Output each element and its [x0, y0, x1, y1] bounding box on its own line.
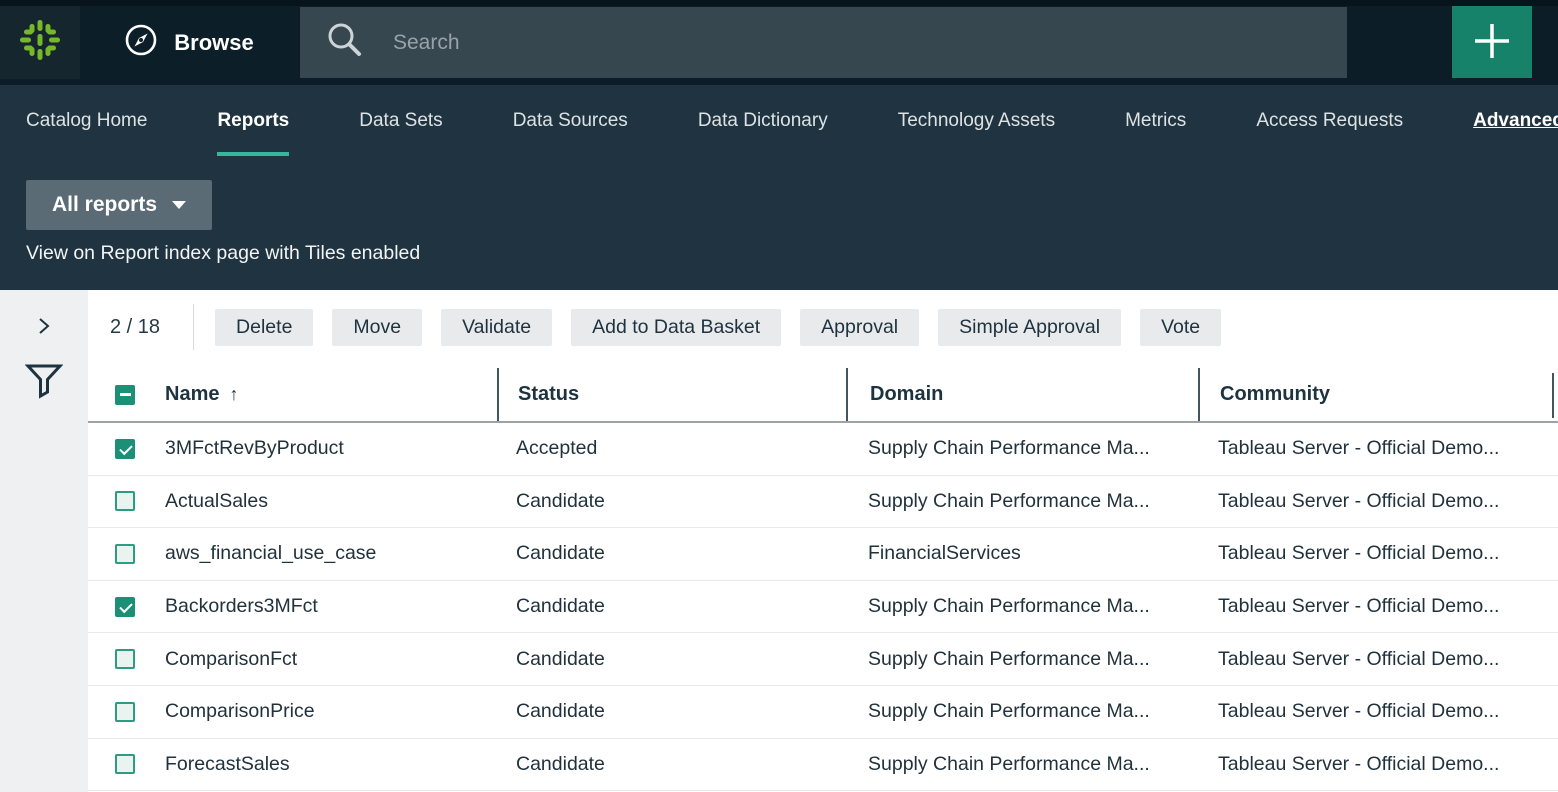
- table-row[interactable]: 3MFctRevByProduct Accepted Supply Chain …: [88, 423, 1558, 476]
- all-reports-label: All reports: [52, 193, 157, 217]
- cell-name: ForecastSales: [165, 753, 497, 776]
- tab-data-dictionary[interactable]: Data Dictionary: [698, 85, 828, 156]
- search-icon: [325, 20, 365, 65]
- report-view-header: All reports View on Report index page wi…: [0, 156, 1558, 290]
- catalog-nav: Catalog Home Reports Data Sets Data Sour…: [0, 85, 1558, 156]
- cell-domain: Supply Chain Performance Ma...: [846, 595, 1198, 618]
- tab-reports[interactable]: Reports: [217, 85, 289, 156]
- select-all-checkbox[interactable]: [115, 385, 135, 405]
- table-row[interactable]: Backorders3MFct Candidate Supply Chain P…: [88, 581, 1558, 634]
- add-to-data-basket-button[interactable]: Add to Data Basket: [571, 309, 781, 346]
- cell-domain: Supply Chain Performance Ma...: [846, 437, 1198, 460]
- tab-catalog-home[interactable]: Catalog Home: [26, 85, 147, 156]
- table-row[interactable]: ForecastSales Candidate Supply Chain Per…: [88, 739, 1558, 792]
- filter-button[interactable]: [24, 362, 64, 402]
- plus-icon: [1471, 20, 1513, 65]
- reports-table: Name ↑ Status Domain Community 3MFctRevB…: [88, 368, 1558, 791]
- cell-name: 3MFctRevByProduct: [165, 437, 497, 460]
- row-checkbox[interactable]: [115, 702, 135, 722]
- cell-community: Tableau Server - Official Demo...: [1198, 595, 1558, 618]
- cell-name: ComparisonPrice: [165, 700, 497, 723]
- cell-status: Candidate: [497, 490, 846, 513]
- row-checkbox[interactable]: [115, 544, 135, 564]
- move-button[interactable]: Move: [332, 309, 422, 346]
- column-divider: [1552, 373, 1554, 418]
- cell-domain: Supply Chain Performance Ma...: [846, 490, 1198, 513]
- tab-technology-assets[interactable]: Technology Assets: [898, 85, 1055, 156]
- cell-name: ActualSales: [165, 490, 497, 513]
- sort-ascending-icon: ↑: [229, 384, 238, 405]
- table-row[interactable]: ComparisonFct Candidate Supply Chain Per…: [88, 633, 1558, 686]
- bulk-actions-toolbar: 2 / 18 Delete Move Validate Add to Data …: [88, 302, 1221, 352]
- cell-community: Tableau Server - Official Demo...: [1198, 753, 1558, 776]
- tab-metrics[interactable]: Metrics: [1125, 85, 1186, 156]
- cell-domain: FinancialServices: [846, 542, 1198, 565]
- delete-button[interactable]: Delete: [215, 309, 313, 346]
- browse-button[interactable]: Browse: [80, 6, 298, 79]
- app-logo[interactable]: [0, 6, 80, 79]
- cell-status: Accepted: [497, 437, 846, 460]
- cell-domain: Supply Chain Performance Ma...: [846, 753, 1198, 776]
- row-checkbox[interactable]: [115, 439, 135, 459]
- column-header-status[interactable]: Status: [497, 368, 846, 421]
- catalog-app: Browse Catalog Home Reports Data Set: [0, 0, 1558, 792]
- simple-approval-button[interactable]: Simple Approval: [938, 309, 1121, 346]
- cell-status: Candidate: [497, 595, 846, 618]
- selection-count: 2 / 18: [110, 316, 160, 339]
- cell-community: Tableau Server - Official Demo...: [1198, 490, 1558, 513]
- toolbar-divider: [193, 304, 194, 350]
- filter-sidebar: [0, 290, 88, 792]
- global-search: [300, 7, 1347, 78]
- tab-advanced[interactable]: Advanced: [1473, 85, 1558, 156]
- row-checkbox[interactable]: [115, 754, 135, 774]
- approval-button[interactable]: Approval: [800, 309, 919, 346]
- cell-status: Candidate: [497, 700, 846, 723]
- header-checkbox-cell: [115, 385, 135, 405]
- chevron-down-icon: [172, 201, 186, 209]
- cell-name: Backorders3MFct: [165, 595, 497, 618]
- table-row[interactable]: aws_financial_use_case Candidate Financi…: [88, 528, 1558, 581]
- validate-button[interactable]: Validate: [441, 309, 552, 346]
- chevron-right-icon: [36, 316, 52, 339]
- column-header-domain[interactable]: Domain: [846, 368, 1198, 421]
- view-description: View on Report index page with Tiles ena…: [26, 242, 420, 265]
- column-header-name[interactable]: Name ↑: [165, 368, 497, 421]
- cell-domain: Supply Chain Performance Ma...: [846, 700, 1198, 723]
- tab-data-sets[interactable]: Data Sets: [359, 85, 442, 156]
- tab-data-sources[interactable]: Data Sources: [513, 85, 628, 156]
- create-asset-button[interactable]: [1452, 6, 1532, 78]
- tab-access-requests[interactable]: Access Requests: [1256, 85, 1403, 156]
- table-row[interactable]: ActualSales Candidate Supply Chain Perfo…: [88, 476, 1558, 529]
- browse-label: Browse: [174, 30, 253, 56]
- name-column-label: Name: [165, 383, 219, 406]
- row-checkbox[interactable]: [115, 649, 135, 669]
- search-input[interactable]: [393, 31, 1193, 55]
- content-area: 2 / 18 Delete Move Validate Add to Data …: [0, 290, 1558, 792]
- asset-table-panel: 2 / 18 Delete Move Validate Add to Data …: [88, 290, 1558, 792]
- cell-status: Candidate: [497, 542, 846, 565]
- cell-status: Candidate: [497, 753, 846, 776]
- row-checkbox[interactable]: [115, 491, 135, 511]
- row-checkbox[interactable]: [115, 597, 135, 617]
- table-header-row: Name ↑ Status Domain Community: [88, 368, 1558, 423]
- all-reports-dropdown[interactable]: All reports: [26, 180, 212, 230]
- cell-community: Tableau Server - Official Demo...: [1198, 542, 1558, 565]
- toolbar-buttons: Delete Move Validate Add to Data Basket …: [215, 309, 1221, 346]
- filter-icon: [25, 363, 63, 402]
- expand-sidebar-button[interactable]: [24, 307, 64, 347]
- cell-domain: Supply Chain Performance Ma...: [846, 648, 1198, 671]
- cell-community: Tableau Server - Official Demo...: [1198, 700, 1558, 723]
- cell-name: ComparisonFct: [165, 648, 497, 671]
- cell-community: Tableau Server - Official Demo...: [1198, 648, 1558, 671]
- table-row[interactable]: ComparisonPrice Candidate Supply Chain P…: [88, 686, 1558, 739]
- top-bar: Browse: [0, 0, 1558, 85]
- column-header-community[interactable]: Community: [1198, 368, 1558, 421]
- compass-icon: [124, 23, 158, 62]
- vote-button[interactable]: Vote: [1140, 309, 1221, 346]
- collibra-logo-icon: [17, 17, 63, 68]
- cell-name: aws_financial_use_case: [165, 542, 497, 565]
- cell-community: Tableau Server - Official Demo...: [1198, 437, 1558, 460]
- cell-status: Candidate: [497, 648, 846, 671]
